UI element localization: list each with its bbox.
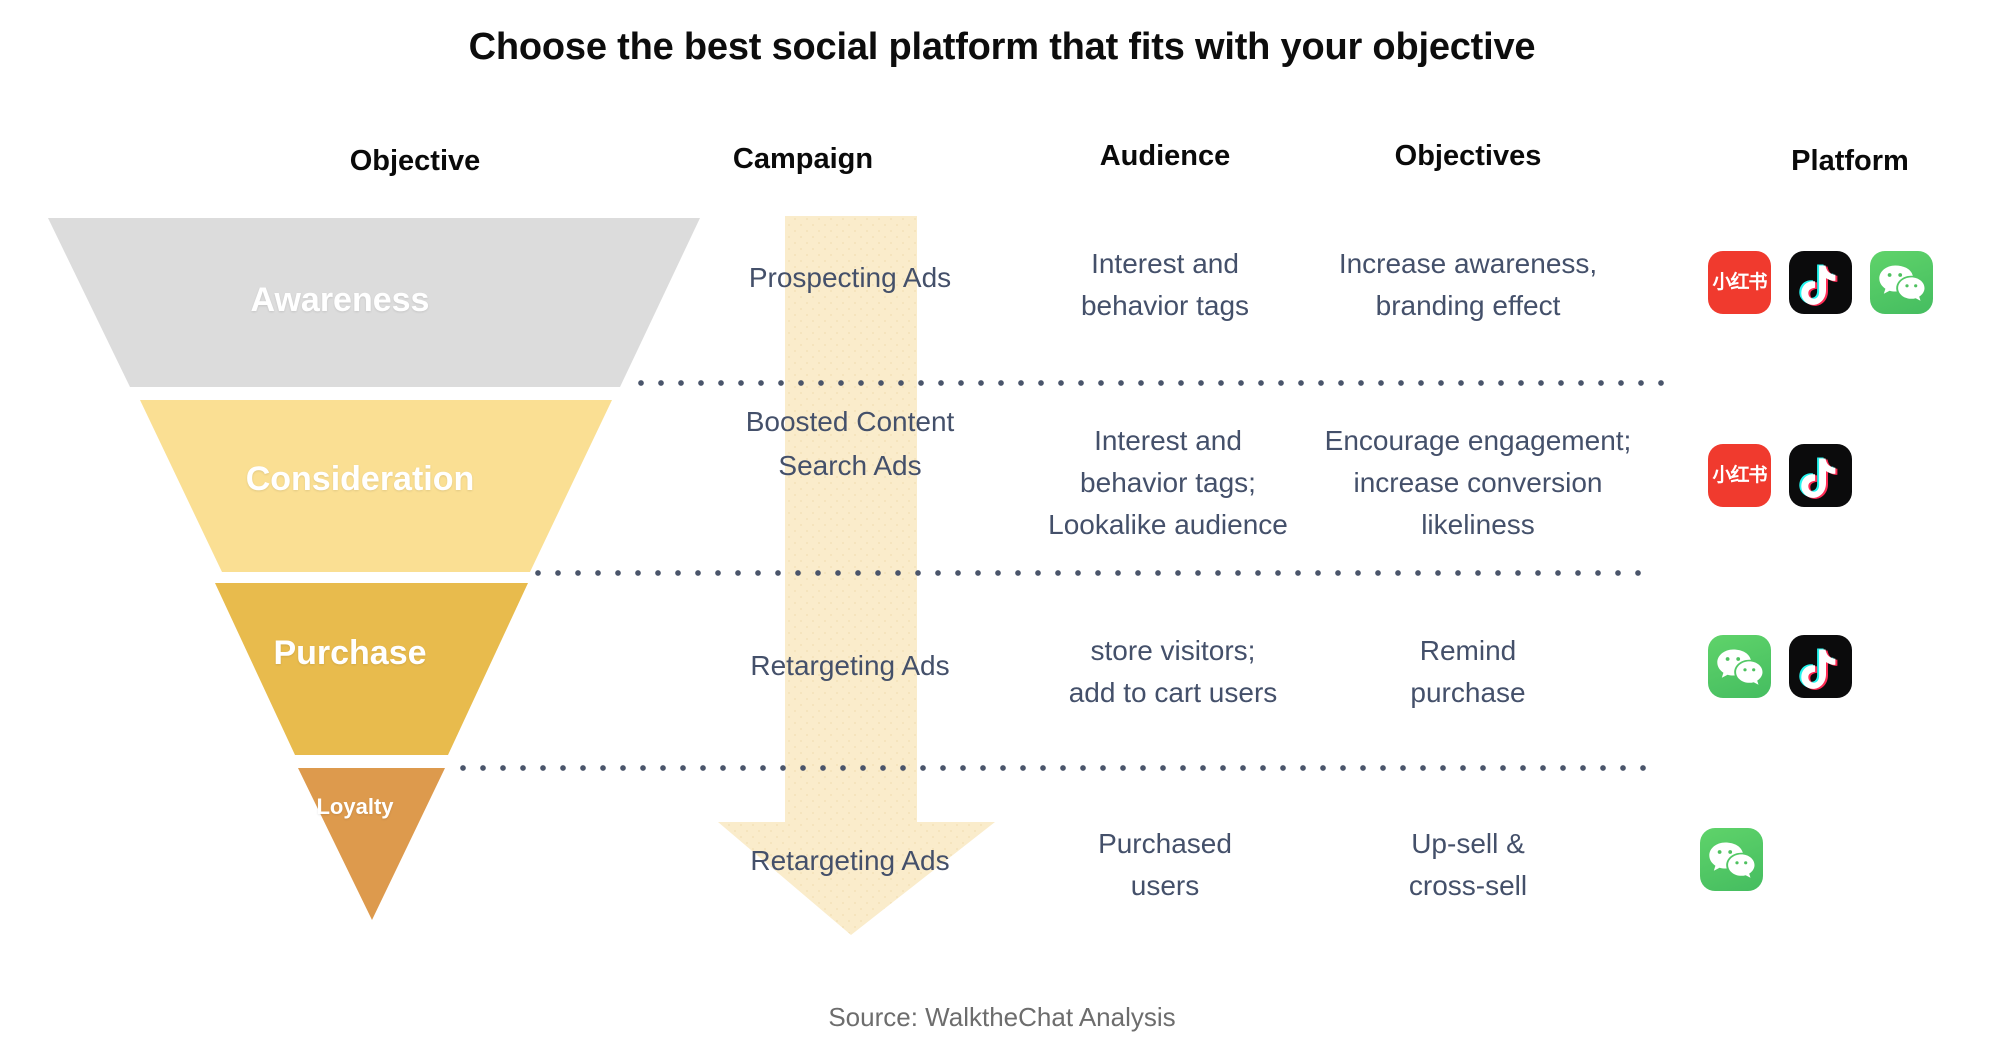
xiaohongshu-icon[interactable]: 小红书 <box>1708 251 1771 314</box>
cell-campaign-row1: Prospecting Ads Boosted Content <box>745 262 955 437</box>
douyin-icon[interactable] <box>1789 635 1852 698</box>
column-header-audience: Audience <box>1099 140 1231 172</box>
funnel-label-purchase: Purchase <box>273 634 427 672</box>
wechat-icon[interactable] <box>1708 635 1771 698</box>
cell-campaign-row3: Retargeting Ads <box>750 650 950 681</box>
cell-objectives-row2: Encourage engagement; increase conversio… <box>1324 425 1632 540</box>
xiaohongshu-glyph: 小红书 <box>1712 271 1767 293</box>
page-title: Choose the best social platform that fit… <box>468 26 1536 68</box>
wechat-icon[interactable] <box>1870 251 1933 314</box>
column-header-objectives: Objectives <box>1394 140 1542 172</box>
funnel-label-loyalty: Loyalty <box>316 794 394 819</box>
cell-objectives-row4: Up-sell & cross-sell <box>1408 828 1528 901</box>
platform-row-1: 小红书 <box>1708 251 1933 314</box>
column-header-platform: Platform <box>1791 145 1909 177</box>
row-divider-2 <box>535 570 1655 576</box>
douyin-icon[interactable] <box>1789 251 1852 314</box>
xiaohongshu-glyph: 小红书 <box>1712 464 1767 486</box>
infographic-canvas: Choose the best social platform that fit… <box>0 0 2004 1064</box>
cell-objectives-row3: Remind purchase <box>1410 635 1526 708</box>
wechat-icon[interactable] <box>1700 828 1763 891</box>
source-caption: Source: WalktheChat Analysis <box>828 1002 1176 1032</box>
platform-row-4 <box>1700 828 1763 891</box>
cell-audience-row2: Interest and behavior tags; Lookalike au… <box>1048 425 1288 540</box>
funnel-label-awareness: Awareness <box>250 281 430 319</box>
funnel-label-consideration: Consideration <box>245 460 475 498</box>
column-header-objective: Objective <box>349 145 481 177</box>
platform-row-2: 小红书 <box>1708 444 1852 507</box>
funnel-stage-loyalty <box>298 768 445 920</box>
cell-campaign-row2: Search Ads <box>778 450 922 481</box>
cell-campaign-row4: Retargeting Ads <box>750 845 950 876</box>
cell-objectives-row1: Increase awareness, branding effect <box>1338 248 1598 321</box>
xiaohongshu-icon[interactable]: 小红书 <box>1708 444 1771 507</box>
column-header-campaign: Campaign <box>732 143 874 175</box>
platform-row-3 <box>1708 635 1852 698</box>
cell-audience-row1: Interest and behavior tags <box>1080 248 1250 321</box>
douyin-icon[interactable] <box>1789 444 1852 507</box>
cell-audience-row4: Purchased users <box>1098 828 1232 901</box>
row-divider-3 <box>460 765 1650 771</box>
